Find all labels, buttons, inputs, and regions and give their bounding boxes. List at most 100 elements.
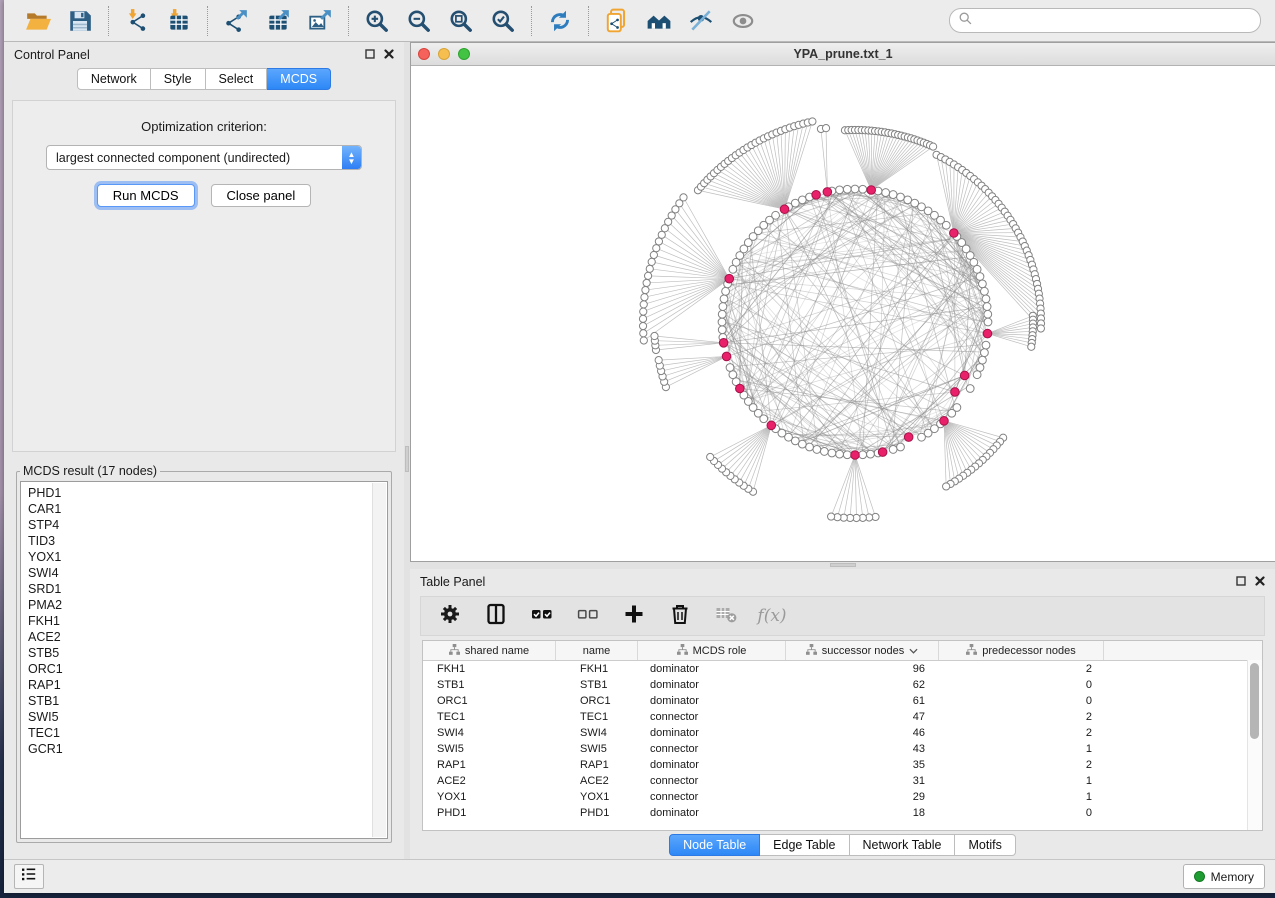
- mcds-result-item[interactable]: STB1: [28, 693, 387, 709]
- delete-rows-button[interactable]: [667, 603, 693, 629]
- mcds-result-item[interactable]: STP4: [28, 517, 387, 533]
- minimize-window-icon[interactable]: [438, 48, 450, 60]
- zoom-window-icon[interactable]: [458, 48, 470, 60]
- tab-network[interactable]: Network: [77, 68, 151, 90]
- mcds-hub-node[interactable]: [767, 421, 776, 430]
- settings-button[interactable]: [437, 603, 463, 629]
- network-canvas[interactable]: [411, 66, 1275, 561]
- open-button[interactable]: [23, 6, 53, 36]
- export-network-button[interactable]: [221, 6, 251, 36]
- mcds-result-item[interactable]: GCR1: [28, 741, 387, 757]
- tab-mcds[interactable]: MCDS: [267, 68, 331, 90]
- mcds-hub-node[interactable]: [851, 451, 860, 460]
- memory-button[interactable]: Memory: [1183, 864, 1265, 889]
- mcds-hub-node[interactable]: [904, 433, 913, 442]
- table-row[interactable]: PHD1PHD1dominator180: [423, 805, 1262, 821]
- column-header-name[interactable]: name: [556, 641, 638, 660]
- task-history-button[interactable]: [14, 864, 44, 889]
- criterion-select[interactable]: largest connected component (undirected)…: [46, 145, 362, 170]
- tab-style[interactable]: Style: [151, 68, 206, 90]
- mcds-result-item[interactable]: TID3: [28, 533, 387, 549]
- vertical-splitter[interactable]: [404, 42, 410, 859]
- mcds-hub-node[interactable]: [780, 205, 789, 214]
- mcds-result-list[interactable]: PHD1CAR1STP4TID3YOX1SWI4SRD1PMA2FKH1ACE2…: [20, 481, 388, 839]
- mcds-hub-node[interactable]: [878, 448, 887, 457]
- show-columns-button[interactable]: [483, 603, 509, 629]
- mcds-hub-node[interactable]: [725, 274, 734, 283]
- mcds-hub-node[interactable]: [950, 229, 959, 238]
- mcds-result-item[interactable]: STB5: [28, 645, 387, 661]
- list-scrollbar[interactable]: [372, 483, 386, 837]
- column-header-predecessor-nodes[interactable]: predecessor nodes: [939, 641, 1104, 660]
- tab-select[interactable]: Select: [206, 68, 268, 90]
- mcds-result-item[interactable]: CAR1: [28, 501, 387, 517]
- search-input[interactable]: [977, 13, 1253, 29]
- table-row[interactable]: YOX1YOX1connector291: [423, 789, 1262, 805]
- mcds-hub-node[interactable]: [722, 352, 731, 361]
- mcds-result-item[interactable]: PMA2: [28, 597, 387, 613]
- close-panel-icon[interactable]: [384, 48, 394, 62]
- tab-network-table[interactable]: Network Table: [850, 834, 956, 856]
- mcds-result-item[interactable]: SWI5: [28, 709, 387, 725]
- mcds-result-item[interactable]: SRD1: [28, 581, 387, 597]
- zoom-fit-button[interactable]: [446, 6, 476, 36]
- table-scrollbar[interactable]: [1247, 660, 1262, 830]
- tab-node-table[interactable]: Node Table: [669, 834, 760, 856]
- export-image-button[interactable]: [305, 6, 335, 36]
- mcds-hub-node[interactable]: [940, 417, 949, 426]
- mcds-result-item[interactable]: RAP1: [28, 677, 387, 693]
- mcds-result-item[interactable]: YOX1: [28, 549, 387, 565]
- table-row[interactable]: TEC1TEC1connector472: [423, 709, 1262, 725]
- save-button[interactable]: [65, 6, 95, 36]
- zoom-selected-button[interactable]: [488, 6, 518, 36]
- column-header-successor-nodes[interactable]: successor nodes: [786, 641, 939, 660]
- mcds-result-item[interactable]: TEC1: [28, 725, 387, 741]
- zoom-out-button[interactable]: [404, 6, 434, 36]
- refresh-button[interactable]: [545, 6, 575, 36]
- mcds-hub-node[interactable]: [823, 188, 832, 197]
- node-table[interactable]: shared namenameMCDS rolesuccessor nodesp…: [422, 640, 1263, 831]
- table-row[interactable]: ORC1ORC1dominator610: [423, 693, 1262, 709]
- import-network-button[interactable]: [122, 6, 152, 36]
- new-network-from-selection-button[interactable]: [602, 6, 632, 36]
- hide-selected-button[interactable]: [686, 6, 716, 36]
- tab-edge-table[interactable]: Edge Table: [760, 834, 849, 856]
- run-mcds-button[interactable]: Run MCDS: [97, 184, 195, 207]
- scrollbar-thumb[interactable]: [1250, 663, 1259, 739]
- mcds-hub-node[interactable]: [960, 371, 969, 380]
- import-table-button[interactable]: [164, 6, 194, 36]
- mcds-result-item[interactable]: SWI4: [28, 565, 387, 581]
- horizontal-splitter[interactable]: [410, 562, 1275, 569]
- export-table-button[interactable]: [263, 6, 293, 36]
- column-header-shared-name[interactable]: shared name: [423, 641, 556, 660]
- search-box[interactable]: [949, 8, 1261, 33]
- table-row[interactable]: ACE2ACE2connector311: [423, 773, 1262, 789]
- float-panel-icon[interactable]: [1236, 575, 1246, 589]
- mcds-result-item[interactable]: FKH1: [28, 613, 387, 629]
- mcds-hub-node[interactable]: [719, 339, 728, 348]
- table-row[interactable]: SWI4SWI4dominator462: [423, 725, 1262, 741]
- close-panel-button[interactable]: Close panel: [211, 184, 312, 207]
- add-row-button[interactable]: [621, 603, 647, 629]
- mcds-result-item[interactable]: PHD1: [28, 485, 387, 501]
- mcds-result-item[interactable]: ACE2: [28, 629, 387, 645]
- select-all-button[interactable]: [529, 603, 555, 629]
- table-row[interactable]: STB1STB1dominator620: [423, 677, 1262, 693]
- mcds-hub-node[interactable]: [983, 329, 992, 338]
- splitter-handle[interactable]: [830, 563, 856, 567]
- column-header-MCDS-role[interactable]: MCDS role: [638, 641, 786, 660]
- network-window-titlebar[interactable]: YPA_prune.txt_1: [411, 43, 1275, 66]
- close-panel-icon[interactable]: [1255, 575, 1265, 589]
- first-neighbors-button[interactable]: [644, 6, 674, 36]
- unselect-all-button[interactable]: [575, 603, 601, 629]
- table-row[interactable]: RAP1RAP1dominator352: [423, 757, 1262, 773]
- show-all-button[interactable]: [728, 6, 758, 36]
- zoom-in-button[interactable]: [362, 6, 392, 36]
- mcds-hub-node[interactable]: [812, 191, 821, 200]
- close-window-icon[interactable]: [418, 48, 430, 60]
- mcds-hub-node[interactable]: [736, 384, 745, 393]
- float-panel-icon[interactable]: [365, 48, 375, 62]
- splitter-handle[interactable]: [405, 446, 409, 472]
- tab-motifs[interactable]: Motifs: [955, 834, 1015, 856]
- mcds-hub-node[interactable]: [867, 186, 876, 195]
